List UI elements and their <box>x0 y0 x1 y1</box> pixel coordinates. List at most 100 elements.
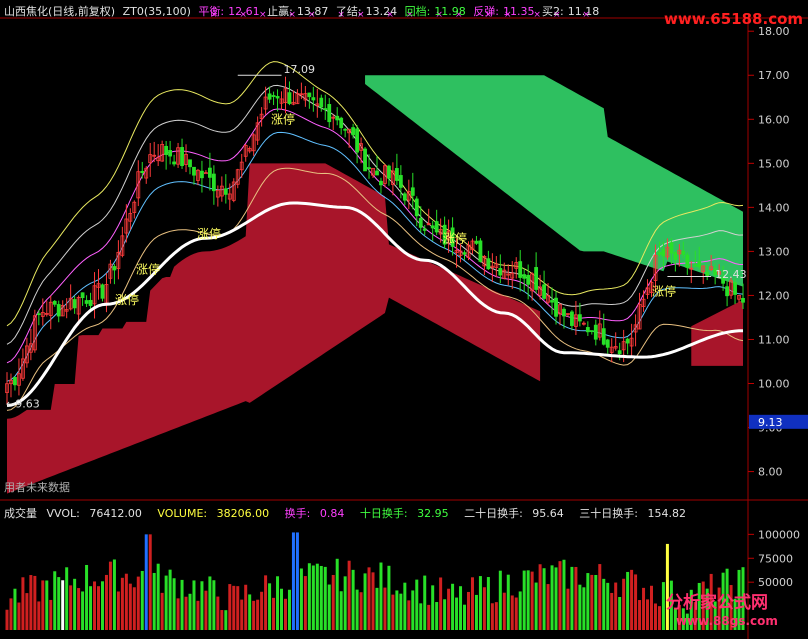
volume-bar <box>327 584 331 630</box>
candle-body <box>585 327 590 333</box>
candle-body <box>211 173 216 192</box>
volume-bar <box>53 571 57 630</box>
candle-body <box>526 274 531 285</box>
volume-bar <box>29 575 33 630</box>
candle-body <box>387 165 391 179</box>
volume-bar <box>5 609 9 630</box>
stop-gain-label: 止赢: <box>267 5 293 18</box>
candle-body <box>474 240 479 244</box>
volume-bar <box>319 565 323 630</box>
candle-body <box>705 271 710 276</box>
candle-body <box>56 304 61 317</box>
volume-label: VOLUME: 38206.00 <box>157 507 270 520</box>
volume-bar <box>13 588 17 630</box>
volume-bar <box>439 577 443 630</box>
price-tick-label: 12.00 <box>758 289 790 302</box>
volume-bar <box>578 584 582 630</box>
volume-bar <box>260 591 264 630</box>
volume-bar <box>427 604 431 630</box>
volume-bar <box>339 591 343 630</box>
price-header: 山西焦化(日线,前复权) ZT0(35,100) 平衡: 12.61 止赢: 13.… <box>4 3 603 19</box>
volume-bar <box>538 564 542 630</box>
volume-bar <box>478 576 482 630</box>
candle-body <box>319 97 324 108</box>
volume-bar <box>610 592 614 630</box>
stock-title: 山西焦化(日线,前复权) <box>4 5 116 18</box>
candle-body <box>398 175 403 188</box>
volume-bar <box>367 567 371 630</box>
volume-title: 成交量 <box>4 507 37 520</box>
volume-bar <box>248 594 252 630</box>
volume-bar <box>542 568 546 630</box>
candle-body <box>13 377 17 386</box>
volume-bar <box>25 593 29 630</box>
volume-bar <box>447 588 451 630</box>
volume-bar <box>144 534 148 630</box>
candle-body <box>223 188 228 195</box>
candle-body <box>88 299 93 306</box>
stop-gain-value: 13.87 <box>296 5 329 18</box>
volume-bar <box>403 582 407 630</box>
volume-bar <box>276 576 280 630</box>
volume-bar <box>351 569 355 630</box>
volume-tick-label: 100000 <box>758 528 800 541</box>
volume-bar <box>335 558 339 630</box>
volume-bar <box>510 595 514 630</box>
volume-bar <box>331 574 335 630</box>
candle-body <box>200 170 204 179</box>
candle-body <box>418 218 423 228</box>
volume-bar <box>598 564 602 630</box>
candle-body <box>375 170 379 176</box>
candle-body <box>140 170 145 173</box>
volume-bar <box>280 588 284 630</box>
volume-bar <box>299 568 303 630</box>
volume-bar <box>582 587 586 630</box>
candle-body <box>657 251 662 255</box>
volume-bar <box>522 570 526 630</box>
candle-body <box>335 115 340 121</box>
volume-bar <box>85 564 89 630</box>
volume-bar <box>554 567 558 630</box>
candle-body <box>733 282 737 295</box>
candle-body <box>363 148 367 172</box>
candle-body <box>379 180 383 186</box>
candle-body <box>323 108 328 110</box>
volume-bar <box>566 588 570 630</box>
volume-bar <box>502 592 506 630</box>
candle-body <box>414 198 419 217</box>
volume-bar <box>108 561 112 630</box>
candle-body <box>402 193 407 201</box>
volume-bar <box>291 532 295 630</box>
volume-bar <box>216 596 220 630</box>
turnover-20-label: 二十日换手: 95.64 <box>464 507 564 520</box>
candle-body <box>192 166 196 176</box>
volume-bar <box>104 574 108 630</box>
volume-bar <box>474 594 478 630</box>
volume-bar <box>172 578 176 630</box>
volume-bar <box>212 580 216 630</box>
volume-bar <box>256 599 260 630</box>
candle-body <box>168 150 173 157</box>
volume-bar <box>176 598 180 630</box>
volume-bar <box>148 534 152 630</box>
candle-body <box>410 187 415 196</box>
volume-bar <box>49 599 53 630</box>
candle-body <box>275 96 280 99</box>
rebound-value: 11.35 <box>503 5 535 18</box>
candle-body <box>518 261 523 278</box>
volume-bar <box>116 591 120 630</box>
pullback-label: 回档: <box>404 5 431 18</box>
volume-bar <box>204 590 208 630</box>
candle-body <box>36 313 41 316</box>
balance-label: 平衡: <box>198 5 225 18</box>
volume-bar <box>494 602 498 630</box>
candle-body <box>498 268 503 276</box>
volume-bar <box>152 572 156 630</box>
candle-body <box>164 145 169 155</box>
volume-bar <box>562 559 566 630</box>
candle-body <box>554 297 558 317</box>
volume-bar <box>97 586 101 630</box>
volume-bar <box>196 600 200 630</box>
volume-bar <box>371 572 375 630</box>
volume-bar <box>37 601 41 630</box>
